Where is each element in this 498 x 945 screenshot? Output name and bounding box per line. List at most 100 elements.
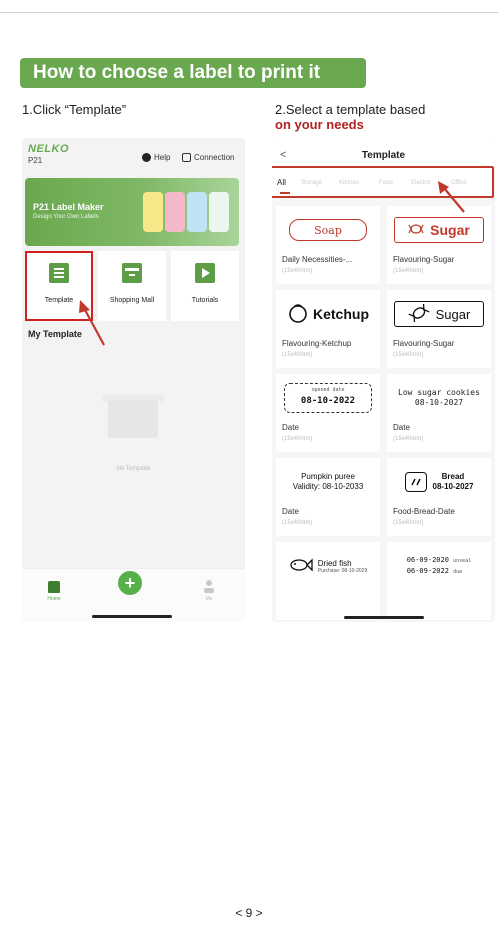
template-size: (15x40mm) bbox=[393, 352, 424, 358]
printer-model: P21 bbox=[28, 156, 43, 165]
template-button[interactable]: Template bbox=[25, 251, 93, 321]
expiry-preview-line-2: 06-09-2022 bbox=[406, 567, 449, 575]
template-name: Flavouring-Sugar bbox=[393, 255, 455, 264]
tomato-icon bbox=[287, 303, 309, 326]
label-roll-image bbox=[143, 192, 163, 232]
template-icon bbox=[49, 263, 69, 283]
shopping-mall-icon bbox=[122, 263, 142, 283]
hero-title: P21 Label Maker bbox=[33, 202, 104, 212]
template-card[interactable]: 06-09-2020 unseal 06-09-2022 due bbox=[387, 542, 491, 620]
step-2-line-1: 2.Select a template based bbox=[275, 102, 426, 117]
label-roll-image bbox=[209, 192, 229, 232]
template-card[interactable]: opened date 08-10-2022 Date (15x40mm) bbox=[276, 374, 380, 452]
bread-preview-line-2: 08-10-2027 bbox=[432, 482, 474, 491]
expiry-preview-line-1: 06-09-2020 bbox=[406, 556, 449, 564]
step-2-caption: 2.Select a template based on your needs bbox=[275, 102, 490, 132]
right-phone-screenshot: < Template All Storage Kitchen Food Elec… bbox=[272, 138, 495, 622]
help-button[interactable]: Help bbox=[142, 153, 170, 162]
app-header: NELKO P21 Help Connection bbox=[22, 138, 245, 174]
template-card[interactable]: Ketchup Flavouring-Ketchup (15x40mm) bbox=[276, 290, 380, 368]
date-preview: opened date 08-10-2022 bbox=[284, 383, 372, 413]
profile-icon[interactable] bbox=[203, 579, 215, 593]
empty-box-icon bbox=[108, 400, 158, 438]
template-label: Template bbox=[44, 297, 74, 304]
expiry-preview: 06-09-2020 unseal 06-09-2022 due bbox=[407, 555, 471, 577]
soap-preview: Soap bbox=[289, 219, 367, 241]
top-divider bbox=[0, 12, 498, 13]
sugar-preview: Sugar bbox=[394, 301, 484, 327]
home-icon[interactable] bbox=[48, 581, 60, 593]
template-card[interactable]: Sugar Flavouring-Sugar (15x40mm) bbox=[387, 206, 491, 284]
date-preview-caption: opened date bbox=[311, 387, 345, 393]
template-preview: 06-09-2020 unseal 06-09-2022 due bbox=[393, 548, 485, 584]
template-name: Food-Bread-Date bbox=[393, 507, 455, 516]
expiry-preview-tag-2: due bbox=[453, 569, 463, 575]
category-tabs: All Storage Kitchen Food Electric Office bbox=[272, 166, 494, 198]
template-card[interactable]: Sugar Flavouring-Sugar (15x40mm) bbox=[387, 290, 491, 368]
template-card[interactable]: Bread 08-10-2027 Food-Bread-Date (15x40m… bbox=[387, 458, 491, 536]
cookies-preview: Low sugar cookies 08-10-2027 bbox=[398, 388, 480, 408]
tab-all[interactable]: All bbox=[277, 178, 286, 187]
template-name: Date bbox=[282, 423, 299, 432]
template-header: < Template bbox=[272, 138, 495, 168]
template-size: (15x40mm) bbox=[282, 436, 313, 442]
cookies-preview-line-2: 08-10-2027 bbox=[414, 398, 464, 407]
template-name: Flavouring-Sugar bbox=[393, 339, 455, 348]
pumpkin-preview-line-1: Pumpkin puree bbox=[301, 472, 355, 481]
candy-icon bbox=[408, 222, 424, 239]
candy-icon bbox=[408, 303, 430, 325]
step-1-caption: 1.Click “Template” bbox=[22, 102, 127, 117]
template-card[interactable]: Dried fish Purchase: 08-10-2029 bbox=[276, 542, 380, 620]
fish-preview-caption: Purchase: 08-10-2029 bbox=[317, 567, 368, 574]
brand-logo: NELKO bbox=[28, 143, 69, 155]
section-banner: How to choose a label to print it bbox=[20, 58, 366, 88]
hero-banner[interactable]: P21 Label Maker Design Your Own Labels bbox=[25, 178, 239, 246]
tab-kitchen[interactable]: Kitchen bbox=[339, 180, 359, 186]
shopping-mall-button[interactable]: Shopping Mall bbox=[98, 251, 166, 321]
label-roll-image bbox=[165, 192, 185, 232]
bread-preview: Bread 08-10-2027 bbox=[404, 472, 474, 492]
tutorials-icon bbox=[195, 263, 215, 283]
tab-food[interactable]: Food bbox=[379, 180, 393, 186]
fish-preview-title: Dried fish bbox=[317, 558, 352, 568]
template-name: Date bbox=[282, 507, 299, 516]
template-name: Daily Necessities-... bbox=[282, 255, 353, 264]
tab-electric[interactable]: Electric bbox=[411, 180, 431, 186]
template-name: Date bbox=[393, 423, 410, 432]
fish-preview: Dried fish Purchase: 08-10-2029 bbox=[289, 557, 367, 575]
cookies-preview-line-1: Low sugar cookies bbox=[398, 388, 480, 397]
home-label: Home bbox=[47, 596, 61, 602]
template-name: Flavouring-Ketchup bbox=[282, 339, 352, 348]
add-button[interactable]: + bbox=[118, 571, 142, 595]
tab-office[interactable]: Office bbox=[451, 180, 467, 186]
template-card[interactable]: Soap Daily Necessities-... (15x40mm) bbox=[276, 206, 380, 284]
connection-button[interactable]: Connection bbox=[182, 153, 234, 162]
bottom-nav: Home + Me bbox=[22, 568, 245, 622]
template-preview: Dried fish Purchase: 08-10-2029 bbox=[282, 548, 374, 584]
template-preview: Pumpkin puree Validity: 08-10-2033 bbox=[282, 464, 374, 500]
template-card[interactable]: Pumpkin puree Validity: 08-10-2033 Date … bbox=[276, 458, 380, 536]
tab-storage[interactable]: Storage bbox=[301, 180, 322, 186]
tutorials-button[interactable]: Tutorials bbox=[171, 251, 239, 321]
template-size: (15x40mm) bbox=[282, 520, 313, 526]
hero-subtitle: Design Your Own Labels bbox=[33, 214, 99, 220]
home-indicator bbox=[92, 615, 172, 618]
bread-preview-line-1: Bread bbox=[441, 472, 465, 481]
fish-icon bbox=[289, 557, 313, 575]
tutorials-label: Tutorials bbox=[191, 297, 219, 304]
template-preview: Ketchup bbox=[282, 296, 374, 332]
pumpkin-preview: Pumpkin puree Validity: 08-10-2033 bbox=[293, 472, 364, 492]
expiry-preview-tag-1: unseal bbox=[453, 558, 472, 564]
step-2-line-2: on your needs bbox=[275, 117, 364, 132]
template-preview: opened date 08-10-2022 bbox=[282, 380, 374, 416]
ketchup-preview: Ketchup bbox=[287, 303, 369, 326]
profile-label: Me bbox=[205, 596, 213, 602]
template-card[interactable]: Low sugar cookies 08-10-2027 Date (15x40… bbox=[387, 374, 491, 452]
bread-icon bbox=[404, 472, 427, 492]
sugar-preview: Sugar bbox=[394, 217, 484, 243]
help-icon bbox=[142, 153, 151, 162]
home-indicator bbox=[344, 616, 424, 619]
help-label: Help bbox=[154, 153, 171, 162]
template-size: (15x40mm) bbox=[393, 436, 424, 442]
date-preview-value: 08-10-2022 bbox=[300, 396, 356, 406]
